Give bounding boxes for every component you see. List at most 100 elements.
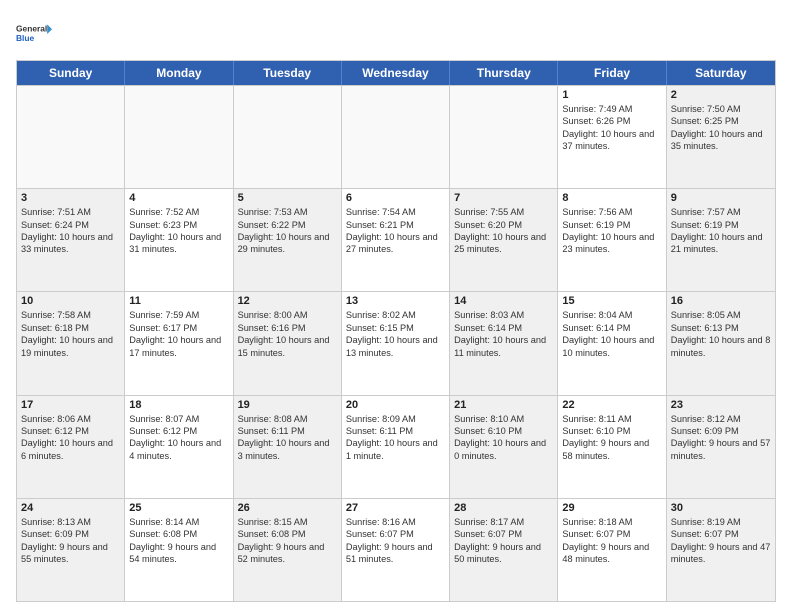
day-info: Sunrise: 8:06 AM Sunset: 6:12 PM Dayligh… — [21, 413, 120, 463]
day-info: Sunrise: 8:04 AM Sunset: 6:14 PM Dayligh… — [562, 309, 661, 359]
calendar-week-1: 1 Sunrise: 7:49 AM Sunset: 6:26 PM Daylig… — [17, 85, 775, 188]
day-number: 21 — [454, 399, 553, 411]
day-number: 5 — [238, 192, 337, 204]
day-info: Sunrise: 7:54 AM Sunset: 6:21 PM Dayligh… — [346, 206, 445, 256]
day-number: 4 — [129, 192, 228, 204]
day-number: 14 — [454, 295, 553, 307]
day-info: Sunrise: 7:59 AM Sunset: 6:17 PM Dayligh… — [129, 309, 228, 359]
day-number: 3 — [21, 192, 120, 204]
day-number: 1 — [562, 89, 661, 101]
logo: General Blue — [16, 16, 52, 52]
calendar-day-30: 30Sunrise: 8:19 AM Sunset: 6:07 PM Dayli… — [667, 499, 775, 601]
calendar-day-19: 19 Sunrise: 8:08 AM Sunset: 6:11 PM Dayli… — [234, 396, 342, 498]
day-number: 2 — [671, 89, 771, 101]
calendar-day-10: 10 Sunrise: 7:58 AM Sunset: 6:18 PM Dayli… — [17, 292, 125, 394]
calendar-day-11: 11 Sunrise: 7:59 AM Sunset: 6:17 PM Dayli… — [125, 292, 233, 394]
day-number: 15 — [562, 295, 661, 307]
page-header: General Blue — [16, 16, 776, 52]
header-day-thursday: Thursday — [450, 61, 558, 85]
day-number: 9 — [671, 192, 771, 204]
calendar-day-8: 8 Sunrise: 7:56 AM Sunset: 6:19 PM Daylig… — [558, 189, 666, 291]
day-number: 19 — [238, 399, 337, 411]
day-info: Sunrise: 7:57 AM Sunset: 6:19 PM Dayligh… — [671, 206, 771, 256]
day-info: Sunrise: 7:49 AM Sunset: 6:26 PM Dayligh… — [562, 103, 661, 153]
calendar-body: 1 Sunrise: 7:49 AM Sunset: 6:26 PM Daylig… — [17, 85, 775, 601]
day-info: Sunrise: 7:51 AM Sunset: 6:24 PM Dayligh… — [21, 206, 120, 256]
day-number: 11 — [129, 295, 228, 307]
calendar-day-empty — [125, 86, 233, 188]
day-info: Sunrise: 8:15 AM Sunset: 6:08 PM Dayligh… — [238, 516, 337, 566]
svg-text:Blue: Blue — [16, 33, 35, 43]
calendar-day-17: 17 Sunrise: 8:06 AM Sunset: 6:12 PM Dayli… — [17, 396, 125, 498]
day-info: Sunrise: 8:00 AM Sunset: 6:16 PM Dayligh… — [238, 309, 337, 359]
calendar-day-25: 25 Sunrise: 8:14 AM Sunset: 6:08 PM Dayli… — [125, 499, 233, 601]
day-info: Sunrise: 8:07 AM Sunset: 6:12 PM Dayligh… — [129, 413, 228, 463]
day-number: 29 — [562, 502, 661, 514]
day-info: Sunrise: 8:18 AM Sunset: 6:07 PM Dayligh… — [562, 516, 661, 566]
calendar-day-7: 7Sunrise: 7:55 AM Sunset: 6:20 PM Daylig… — [450, 189, 558, 291]
header-day-tuesday: Tuesday — [234, 61, 342, 85]
day-number: 20 — [346, 399, 445, 411]
calendar-day-empty — [342, 86, 450, 188]
day-number: 16 — [671, 295, 771, 307]
calendar-day-1: 1 Sunrise: 7:49 AM Sunset: 6:26 PM Daylig… — [558, 86, 666, 188]
calendar-day-24: 24 Sunrise: 8:13 AM Sunset: 6:09 PM Dayli… — [17, 499, 125, 601]
calendar-day-12: 12 Sunrise: 8:00 AM Sunset: 6:16 PM Dayli… — [234, 292, 342, 394]
day-info: Sunrise: 8:11 AM Sunset: 6:10 PM Dayligh… — [562, 413, 661, 463]
header-day-wednesday: Wednesday — [342, 61, 450, 85]
day-number: 8 — [562, 192, 661, 204]
day-info: Sunrise: 7:50 AM Sunset: 6:25 PM Dayligh… — [671, 103, 771, 153]
day-info: Sunrise: 8:16 AM Sunset: 6:07 PM Dayligh… — [346, 516, 445, 566]
day-info: Sunrise: 7:58 AM Sunset: 6:18 PM Dayligh… — [21, 309, 120, 359]
header-day-saturday: Saturday — [667, 61, 775, 85]
calendar: SundayMondayTuesdayWednesdayThursdayFrid… — [16, 60, 776, 602]
day-info: Sunrise: 7:53 AM Sunset: 6:22 PM Dayligh… — [238, 206, 337, 256]
calendar-day-22: 22 Sunrise: 8:11 AM Sunset: 6:10 PM Dayli… — [558, 396, 666, 498]
day-number: 24 — [21, 502, 120, 514]
header-day-friday: Friday — [558, 61, 666, 85]
header-day-sunday: Sunday — [17, 61, 125, 85]
day-info: Sunrise: 8:03 AM Sunset: 6:14 PM Dayligh… — [454, 309, 553, 359]
day-info: Sunrise: 8:05 AM Sunset: 6:13 PM Dayligh… — [671, 309, 771, 359]
day-number: 28 — [454, 502, 553, 514]
day-info: Sunrise: 8:09 AM Sunset: 6:11 PM Dayligh… — [346, 413, 445, 463]
day-number: 22 — [562, 399, 661, 411]
day-info: Sunrise: 8:12 AM Sunset: 6:09 PM Dayligh… — [671, 413, 771, 463]
calendar-day-empty — [17, 86, 125, 188]
calendar-day-15: 15 Sunrise: 8:04 AM Sunset: 6:14 PM Dayli… — [558, 292, 666, 394]
calendar-day-empty — [234, 86, 342, 188]
day-number: 6 — [346, 192, 445, 204]
calendar-day-6: 6 Sunrise: 7:54 AM Sunset: 6:21 PM Daylig… — [342, 189, 450, 291]
calendar-day-28: 28 Sunrise: 8:17 AM Sunset: 6:07 PM Dayli… — [450, 499, 558, 601]
calendar-day-18: 18 Sunrise: 8:07 AM Sunset: 6:12 PM Dayli… — [125, 396, 233, 498]
day-info: Sunrise: 8:08 AM Sunset: 6:11 PM Dayligh… — [238, 413, 337, 463]
day-info: Sunrise: 7:56 AM Sunset: 6:19 PM Dayligh… — [562, 206, 661, 256]
calendar-day-2: 2 Sunrise: 7:50 AM Sunset: 6:25 PM Daylig… — [667, 86, 775, 188]
day-number: 27 — [346, 502, 445, 514]
day-number: 17 — [21, 399, 120, 411]
svg-text:General: General — [16, 24, 47, 34]
calendar-day-26: 26 Sunrise: 8:15 AM Sunset: 6:08 PM Dayli… — [234, 499, 342, 601]
day-info: Sunrise: 8:19 AM Sunset: 6:07 PM Dayligh… — [671, 516, 771, 566]
day-number: 25 — [129, 502, 228, 514]
calendar-week-5: 24 Sunrise: 8:13 AM Sunset: 6:09 PM Dayli… — [17, 498, 775, 601]
day-number: 26 — [238, 502, 337, 514]
day-number: 13 — [346, 295, 445, 307]
calendar-day-29: 29 Sunrise: 8:18 AM Sunset: 6:07 PM Dayli… — [558, 499, 666, 601]
calendar-day-3: 3 Sunrise: 7:51 AM Sunset: 6:24 PM Daylig… — [17, 189, 125, 291]
day-number: 10 — [21, 295, 120, 307]
day-number: 23 — [671, 399, 771, 411]
calendar-day-16: 16 Sunrise: 8:05 AM Sunset: 6:13 PM Dayli… — [667, 292, 775, 394]
day-number: 12 — [238, 295, 337, 307]
day-number: 18 — [129, 399, 228, 411]
day-info: Sunrise: 8:02 AM Sunset: 6:15 PM Dayligh… — [346, 309, 445, 359]
calendar-day-14: 14 Sunrise: 8:03 AM Sunset: 6:14 PM Dayli… — [450, 292, 558, 394]
calendar-day-13: 13 Sunrise: 8:02 AM Sunset: 6:15 PM Dayli… — [342, 292, 450, 394]
calendar-week-3: 10 Sunrise: 7:58 AM Sunset: 6:18 PM Dayli… — [17, 291, 775, 394]
header-day-monday: Monday — [125, 61, 233, 85]
day-info: Sunrise: 8:13 AM Sunset: 6:09 PM Dayligh… — [21, 516, 120, 566]
day-number: 7 — [454, 192, 553, 204]
day-info: Sunrise: 8:14 AM Sunset: 6:08 PM Dayligh… — [129, 516, 228, 566]
day-info: Sunrise: 8:17 AM Sunset: 6:07 PM Dayligh… — [454, 516, 553, 566]
calendar-week-4: 17 Sunrise: 8:06 AM Sunset: 6:12 PM Dayli… — [17, 395, 775, 498]
